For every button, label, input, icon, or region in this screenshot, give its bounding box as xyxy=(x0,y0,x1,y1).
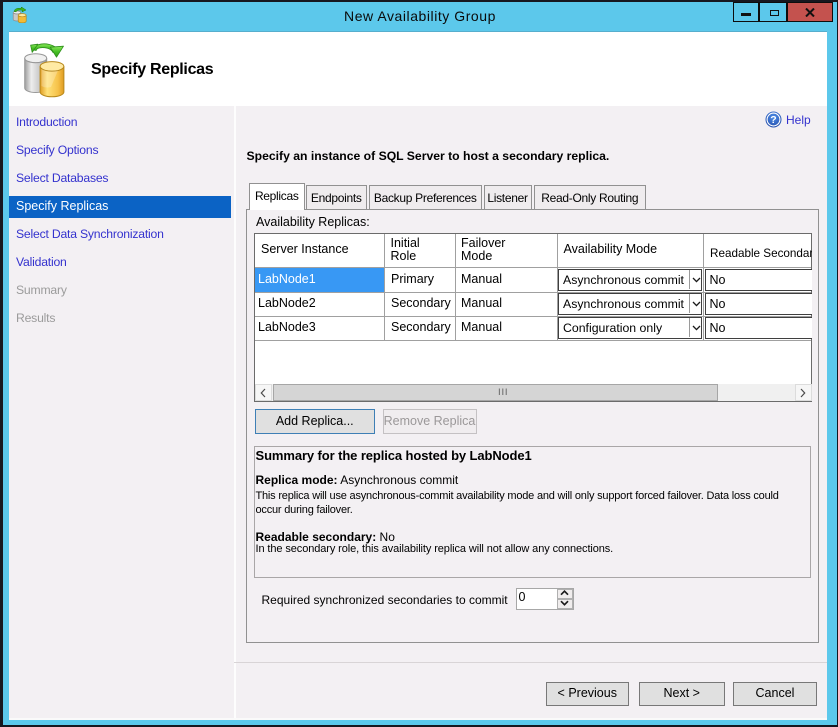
svg-text:?: ? xyxy=(770,114,776,126)
